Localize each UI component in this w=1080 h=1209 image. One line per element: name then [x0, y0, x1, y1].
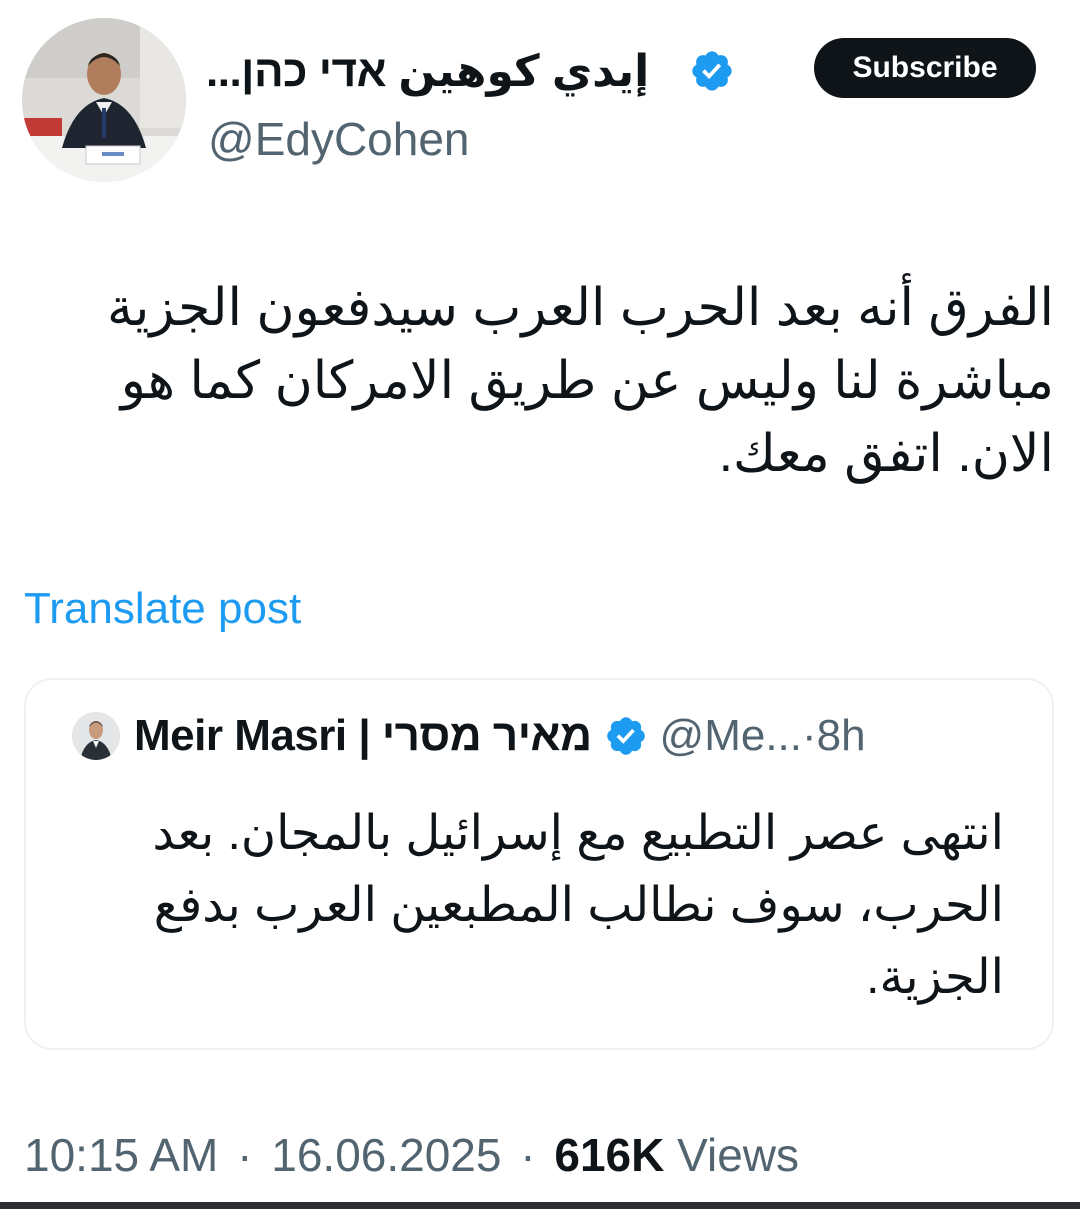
tweet-time[interactable]: 10:15 AM: [24, 1129, 218, 1181]
translate-post-link[interactable]: Translate post: [24, 584, 301, 634]
quoted-author-name[interactable]: Meir Masri | מאיר מסרי: [134, 711, 592, 761]
quoted-author-photo: [72, 712, 120, 760]
quoted-meta-separator: ·: [802, 711, 817, 760]
tweet-date[interactable]: 16.06.2025: [271, 1129, 501, 1181]
tweet-body: الفرق أنه بعد الحرب العرب سيدفعون الجزية…: [107, 279, 1054, 483]
meta-separator: ·: [520, 1129, 536, 1181]
author-avatar[interactable]: [22, 18, 186, 182]
quoted-author-handle[interactable]: @Me...: [660, 711, 802, 761]
quoted-tweet-card[interactable]: Meir Masri | מאיר מסרי @Me... · 8h انتهى…: [24, 678, 1054, 1050]
views-count[interactable]: 616K: [554, 1129, 664, 1181]
author-name-row: إيدي كوهين אדי כהן...: [206, 36, 735, 106]
quoted-tweet-header: Meir Masri | מאיר מסרי @Me... · 8h: [72, 706, 866, 766]
meta-separator: ·: [237, 1129, 253, 1181]
author-display-name[interactable]: إيدي كوهين אדי כהן...: [206, 46, 650, 97]
verified-badge-icon: [692, 51, 732, 91]
bottom-divider: [0, 1202, 1080, 1209]
tweet-meta: 10:15 AM · 16.06.2025 · 616K Views: [24, 1128, 799, 1182]
quoted-author-avatar[interactable]: [72, 712, 120, 760]
views-label: Views: [677, 1129, 799, 1181]
quoted-tweet-time[interactable]: 8h: [817, 711, 866, 761]
verified-badge-icon: [606, 717, 645, 755]
quoted-tweet-body: انتهى عصر التطبيع مع إسرائيل بالمجان. بع…: [152, 807, 1004, 1004]
author-handle[interactable]: @EdyCohen: [208, 112, 470, 166]
author-photo: [22, 18, 186, 182]
subscribe-button[interactable]: Subscribe: [814, 38, 1036, 98]
